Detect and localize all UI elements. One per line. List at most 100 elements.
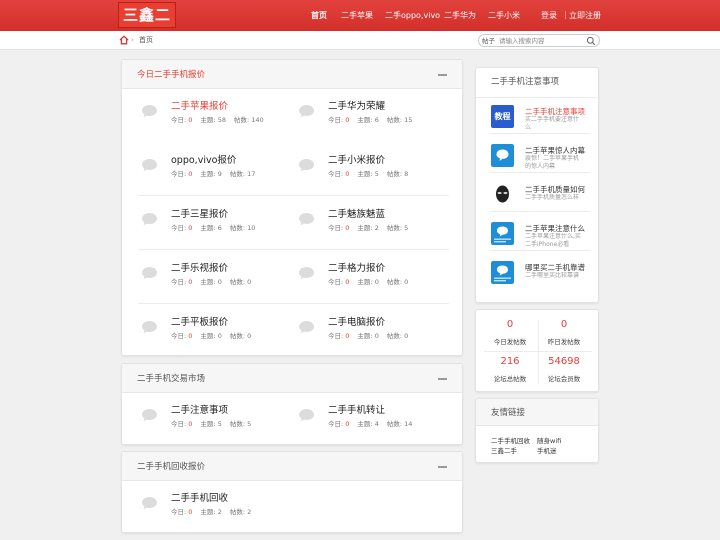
forum-bubble-icon (299, 267, 314, 280)
forum-bubble-icon (142, 267, 157, 280)
forum-bubble-icon (142, 321, 157, 334)
forum-stats: 今日: 0 主题: 4 帖数: 14 (328, 420, 413, 428)
stat-value: 216 (500, 356, 520, 367)
friend-link[interactable]: 三鑫二手 (491, 447, 517, 455)
forum-bubble-icon (299, 409, 314, 422)
site-logo[interactable]: 三鑫二手 (118, 2, 176, 48)
stat-label: 昨日发帖数 (547, 338, 581, 346)
friend-link[interactable]: 二手手机回收 (491, 437, 530, 445)
home-icon[interactable] (119, 35, 129, 45)
stat-label: 今日发帖数 (493, 338, 527, 346)
forum-stats: 今日: 0 主题: 6 帖数: 10 (171, 224, 256, 232)
forum-bubble-icon (142, 409, 157, 422)
chat-bubble-thumb-icon[interactable] (491, 144, 514, 167)
search-input[interactable] (499, 36, 581, 46)
tip-desc: 二手哪里买比较靠谱 (525, 272, 580, 279)
stat-today-posts: 0 今日发帖数 (479, 314, 541, 354)
search-icon[interactable] (586, 36, 596, 46)
forum-stats: 今日: 0 主题: 2 帖数: 5 (328, 224, 409, 232)
section-title[interactable]: 二手手机交易市场 (137, 374, 205, 384)
stat-yesterday-posts: 0 昨日发帖数 (533, 314, 595, 354)
tip-desc: 买二手手机要注意什么 (525, 116, 580, 131)
forum-name[interactable]: 二手平板报价 (171, 317, 228, 328)
section-header: 二手手机回收报价 (122, 452, 462, 481)
tip-title[interactable]: 二手手机注意事项 (525, 107, 585, 116)
forum-name[interactable]: 二手魅族魅蓝 (328, 209, 385, 220)
row-divider (138, 249, 449, 250)
forum-stats: 今日: 0 主题: 5 帖数: 8 (328, 170, 409, 178)
section-price-today: 今日二手手机报价 二手苹果报价 今日: 0 主题: 58 帖数: 140 二手华为荣… (121, 59, 463, 356)
register-link[interactable]: 立即注册 (569, 0, 601, 31)
chat-bubble-thumb-icon[interactable] (491, 222, 514, 245)
forum-bubble-icon (299, 159, 314, 172)
forum-name[interactable]: 二手小米报价 (328, 155, 385, 166)
forum-name[interactable]: 二手注意事项 (171, 405, 228, 416)
tip-item[interactable]: 二手手机质量如何 二手手机质量怎么样 (490, 179, 590, 212)
forum-stats: 今日: 0 主题: 58 帖数: 140 (171, 116, 264, 124)
forum-bubble-icon (299, 321, 314, 334)
nav-home[interactable]: 首页 (311, 0, 327, 31)
forum-item[interactable]: 二手电脑报价 今日: 0 主题: 0 帖数: 0 (295, 312, 451, 355)
tip-title[interactable]: 二手手机质量如何 (525, 185, 585, 194)
forum-item[interactable]: 二手手机回收 今日: 0 主题: 2 帖数: 2 (138, 488, 294, 532)
stat-members: 54698 论坛会员数 (533, 351, 595, 391)
collapse-icon[interactable] (438, 378, 447, 380)
tutorial-thumb[interactable]: 教程 (491, 105, 514, 128)
panel-divider (476, 97, 598, 98)
forum-name[interactable]: oppo,vivo报价 (171, 155, 236, 166)
friend-link[interactable]: 手机迷 (537, 447, 557, 455)
forum-bubble-icon (142, 213, 157, 226)
section-header: 二手手机交易市场 (122, 364, 462, 393)
forum-item[interactable]: 二手华为荣耀 今日: 0 主题: 6 帖数: 15 (295, 96, 451, 150)
stat-value: 54698 (548, 356, 580, 367)
tip-item[interactable]: 二手苹果惊人内幕 震惊！二手苹果手机的惊人内幕 (490, 140, 590, 173)
nav-separator: | (564, 10, 567, 19)
forum-item[interactable]: 二手手机转让 今日: 0 主题: 4 帖数: 14 (295, 400, 451, 444)
nav-xiaomi[interactable]: 二手小米 (488, 0, 520, 31)
section-header: 今日二手手机报价 (122, 60, 462, 89)
stat-label: 论坛会员数 (547, 375, 581, 383)
friend-link[interactable]: 随身wifi (537, 437, 561, 445)
tip-item[interactable]: 哪里买二手机靠谱 二手哪里买比较靠谱 (490, 257, 590, 290)
nav-apple[interactable]: 二手苹果 (341, 0, 373, 31)
section-recycle-price: 二手手机回收报价 二手手机回收 今日: 0 主题: 2 帖数: 2 (121, 451, 463, 533)
forum-stats: 今日: 0 主题: 0 帖数: 0 (328, 332, 409, 340)
forum-item[interactable]: 二手平板报价 今日: 0 主题: 0 帖数: 0 (138, 312, 294, 355)
forum-name[interactable]: 二手手机转让 (328, 405, 385, 416)
forum-name[interactable]: 二手电脑报价 (328, 317, 385, 328)
forum-item[interactable]: 二手注意事项 今日: 0 主题: 5 帖数: 5 (138, 400, 294, 444)
forum-bubble-icon (142, 159, 157, 172)
tip-desc: 二手手机质量怎么样 (525, 194, 580, 201)
forum-bubble-icon (142, 497, 157, 510)
forum-item[interactable]: 二手苹果报价 今日: 0 主题: 58 帖数: 140 (138, 96, 294, 150)
forum-stats: 今日: 0 主题: 2 帖数: 2 (171, 508, 252, 516)
row-divider (138, 195, 449, 196)
stat-total-posts: 216 论坛总帖数 (479, 351, 541, 391)
forum-name[interactable]: 二手三星报价 (171, 209, 228, 220)
forum-name[interactable]: 二手华为荣耀 (328, 101, 385, 112)
alien-thumb-icon[interactable] (491, 183, 514, 206)
tip-title[interactable]: 二手苹果惊人内幕 (525, 146, 585, 155)
nav-oppo-vivo[interactable]: 二手oppo,vivo (385, 0, 440, 31)
tip-item[interactable]: 教程 二手手机注意事项 买二手手机要注意什么 (490, 101, 590, 134)
forum-bubble-icon (299, 213, 314, 226)
collapse-icon[interactable] (438, 466, 447, 468)
tip-desc: 二手苹果注意什么,买二手iPhone必看 (525, 233, 581, 248)
section-title[interactable]: 二手手机回收报价 (137, 462, 205, 472)
login-link[interactable]: 登录 (541, 0, 557, 31)
chat-bubble-thumb-icon[interactable] (491, 261, 514, 284)
nav-huawei[interactable]: 二手华为 (444, 0, 476, 31)
search-type-select[interactable]: 帖子 (482, 36, 495, 46)
collapse-icon[interactable] (438, 74, 447, 76)
forum-name[interactable]: 二手手机回收 (171, 493, 228, 504)
section-title[interactable]: 今日二手手机报价 (137, 70, 205, 80)
tip-title[interactable]: 二手苹果注意什么 (525, 224, 585, 233)
tip-title[interactable]: 哪里买二手机靠谱 (525, 263, 585, 272)
sidebar-title: 二手手机注意事项 (491, 77, 560, 87)
forum-name[interactable]: 二手格力报价 (328, 263, 385, 274)
tip-item[interactable]: 二手苹果注意什么 二手苹果注意什么,买二手iPhone必看 (490, 218, 590, 251)
breadcrumb-current[interactable]: 首页 (139, 36, 153, 44)
forum-stats: 今日: 0 主题: 0 帖数: 0 (328, 278, 409, 286)
forum-name[interactable]: 二手苹果报价 (171, 101, 228, 112)
forum-name[interactable]: 二手乐视报价 (171, 263, 228, 274)
